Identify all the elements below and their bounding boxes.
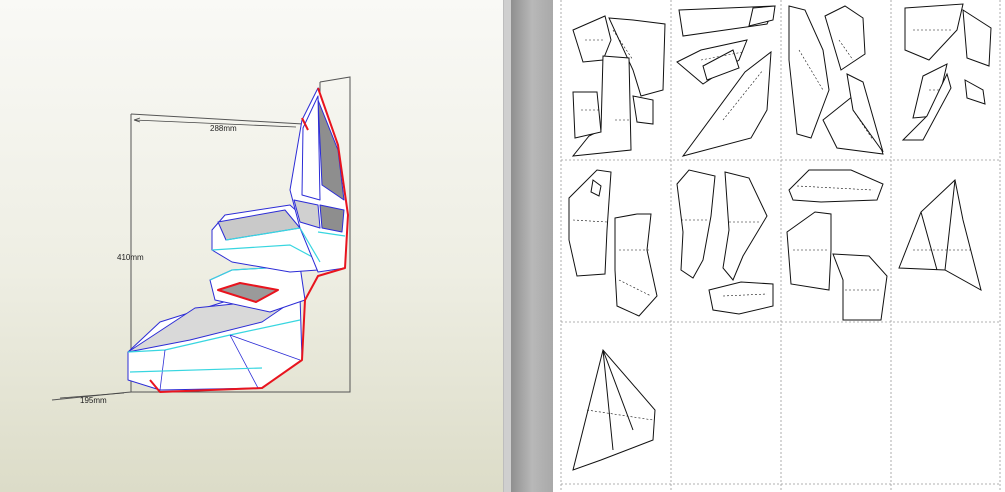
width-dimension-label: 288mm xyxy=(210,124,237,133)
mask-3d-model[interactable]: 288mm 410mm 195mm xyxy=(0,0,503,492)
vertical-scrollbar[interactable] xyxy=(511,0,554,492)
height-dimension-label: 410mm xyxy=(117,253,144,262)
mask-mesh xyxy=(127,87,349,393)
unfolded-parts xyxy=(568,3,992,471)
3d-view-panel[interactable]: 288mm 410mm 195mm xyxy=(0,0,503,492)
unfolded-parts-sheet[interactable] xyxy=(553,0,1005,492)
2d-view-panel[interactable] xyxy=(553,0,1005,492)
depth-dimension-label: 195mm xyxy=(80,396,107,405)
